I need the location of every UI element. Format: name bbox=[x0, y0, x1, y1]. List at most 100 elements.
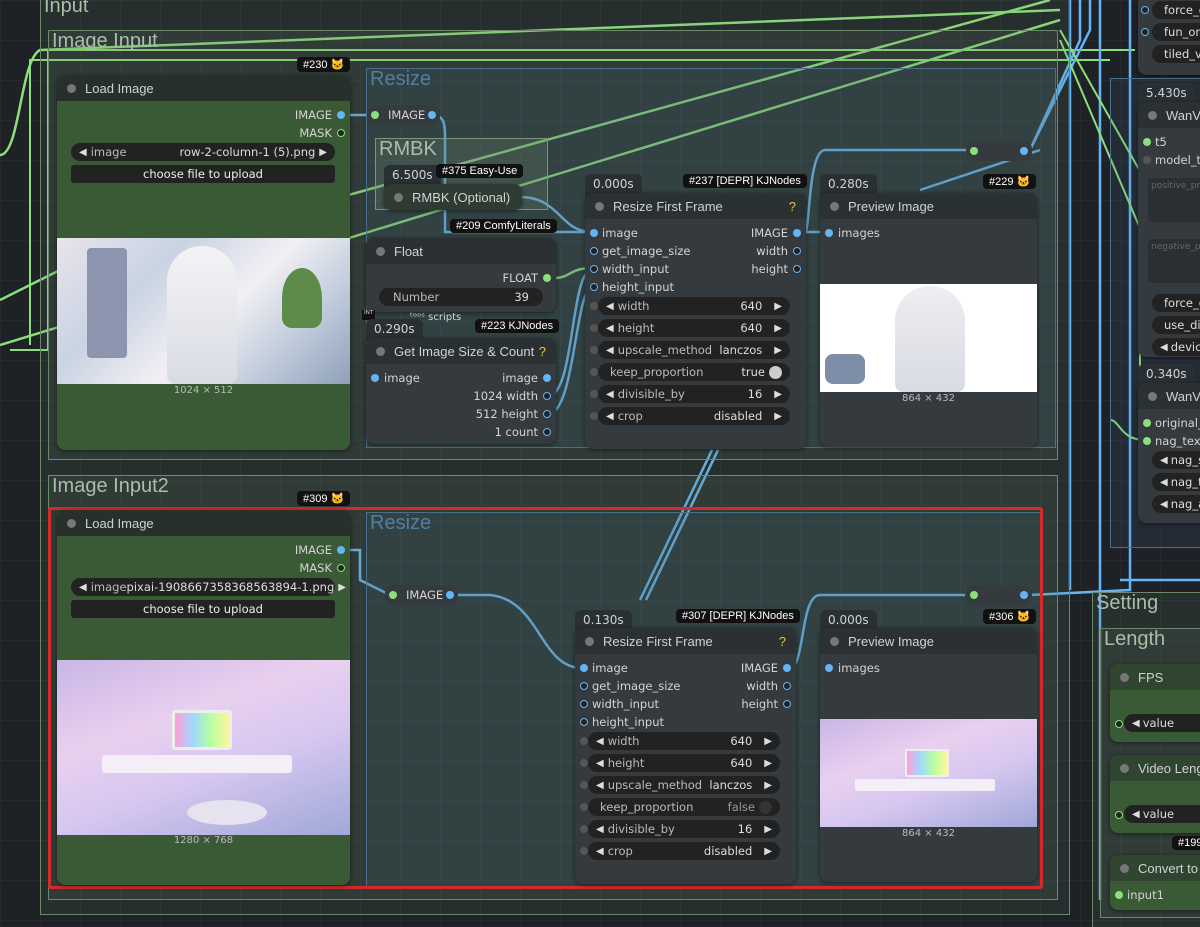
input-socket-get-image-size[interactable] bbox=[580, 682, 588, 690]
input-socket-model-to[interactable] bbox=[1143, 156, 1151, 164]
widget-socket[interactable] bbox=[580, 737, 588, 745]
node-header[interactable]: Resize First Frame? bbox=[585, 193, 806, 219]
video-length-node[interactable]: Video Leng ◀ value bbox=[1110, 755, 1200, 833]
input-socket-image[interactable] bbox=[371, 374, 379, 382]
wan-video-nag-node[interactable]: WanVi original_t nag_text ◀nag_sc ◀nag_t… bbox=[1138, 383, 1200, 523]
output-socket-image[interactable] bbox=[793, 229, 801, 237]
number-widget[interactable]: Number 39 bbox=[379, 288, 543, 306]
input-socket-width-input[interactable] bbox=[590, 265, 598, 273]
crop-widget[interactable]: ◀ crop disabled ▶ bbox=[598, 407, 790, 425]
reroute-input-socket[interactable] bbox=[371, 111, 379, 119]
widget-socket[interactable] bbox=[1115, 811, 1123, 819]
node-header[interactable]: Preview Image bbox=[820, 193, 1037, 219]
tiled-vae-widget[interactable]: tiled_va bbox=[1152, 45, 1200, 63]
help-icon[interactable]: ? bbox=[539, 344, 546, 359]
node-header[interactable]: Float bbox=[366, 238, 556, 264]
output-socket-height[interactable] bbox=[543, 410, 551, 418]
right-arrow-icon[interactable]: ▶ bbox=[774, 301, 782, 312]
left-arrow-icon[interactable]: ◀ bbox=[606, 345, 614, 356]
fps-value-widget[interactable]: ◀ value bbox=[1124, 714, 1200, 732]
output-socket-image[interactable] bbox=[783, 664, 791, 672]
load-image-node-1[interactable]: Load Image IMAGE MASK ◀ image row-2-column… bbox=[57, 75, 350, 450]
widget-socket[interactable] bbox=[580, 781, 588, 789]
resize-first-frame-node-1[interactable]: Resize First Frame? image get_image_size… bbox=[585, 193, 806, 449]
node-header[interactable]: Get Image Size & Count? bbox=[366, 338, 556, 364]
input-socket-images[interactable] bbox=[825, 229, 833, 237]
collapse-dot-icon[interactable] bbox=[1120, 763, 1129, 773]
wan-video-text-encode-node[interactable]: WanVi t5 model_to positive_pr negative_p… bbox=[1138, 102, 1200, 357]
left-arrow-icon[interactable]: ◀ bbox=[606, 389, 614, 400]
input-socket-nag-text-embeds[interactable] bbox=[1143, 437, 1151, 445]
reroute-output-socket[interactable] bbox=[446, 591, 454, 599]
collapse-dot-icon[interactable] bbox=[1148, 391, 1157, 401]
negative-prompt-textarea[interactable]: negative_pr bbox=[1148, 239, 1200, 283]
widget-socket[interactable] bbox=[590, 412, 598, 420]
keep-proportion-toggle[interactable]: keep_proportion false bbox=[588, 798, 780, 816]
left-arrow-icon[interactable]: ◀ bbox=[596, 824, 604, 835]
collapse-dot-icon[interactable] bbox=[1120, 863, 1129, 873]
right-arrow-icon[interactable]: ▶ bbox=[764, 780, 772, 791]
input-socket-original-text-embeds[interactable] bbox=[1143, 419, 1151, 427]
divisible-by-widget[interactable]: ◀ divisible_by 16 ▶ bbox=[588, 820, 780, 838]
height-widget[interactable]: ◀ height 640 ▶ bbox=[588, 754, 780, 772]
right-arrow-icon[interactable]: ▶ bbox=[764, 824, 772, 835]
left-arrow-icon[interactable]: ◀ bbox=[606, 323, 614, 334]
upload-button[interactable]: choose file to upload bbox=[71, 600, 335, 618]
collapse-dot-icon[interactable] bbox=[67, 518, 76, 528]
left-arrow-icon[interactable]: ◀ bbox=[1132, 718, 1140, 729]
partial-node-top-right[interactable]: force_o fun_or_ tiled_va bbox=[1138, 0, 1200, 75]
toggle-knob-on[interactable] bbox=[769, 365, 782, 379]
fun-or-widget[interactable]: fun_or_ bbox=[1152, 23, 1200, 41]
collapse-dot-icon[interactable] bbox=[394, 192, 403, 202]
upload-button[interactable]: choose file to upload bbox=[71, 165, 335, 183]
input-socket-get-image-size[interactable] bbox=[590, 247, 598, 255]
upscale-method-widget[interactable]: ◀ upscale_method lanczos ▶ bbox=[588, 776, 780, 794]
output-socket-width[interactable] bbox=[543, 392, 551, 400]
widget-socket[interactable] bbox=[1115, 720, 1123, 728]
widget-socket[interactable] bbox=[590, 390, 598, 398]
left-arrow-icon[interactable]: ◀ bbox=[1132, 809, 1140, 820]
right-arrow-icon[interactable]: ▶ bbox=[764, 758, 772, 769]
positive-prompt-textarea[interactable]: positive_pr bbox=[1148, 178, 1200, 222]
float-node[interactable]: Float FLOAT Number 39 bbox=[366, 238, 556, 312]
nag-alpha-widget[interactable]: ◀nag_a bbox=[1152, 495, 1200, 513]
right-arrow-icon[interactable]: ▶ bbox=[774, 345, 782, 356]
widget-socket[interactable] bbox=[580, 825, 588, 833]
node-header[interactable]: Load Image bbox=[57, 75, 350, 101]
nag-tau-widget[interactable]: ◀nag_ta bbox=[1152, 473, 1200, 491]
widget-socket[interactable] bbox=[590, 302, 598, 310]
help-icon[interactable]: ? bbox=[779, 634, 786, 649]
width-widget[interactable]: ◀ width 640 ▶ bbox=[598, 297, 790, 315]
input-socket-height-input[interactable] bbox=[580, 718, 588, 726]
node-header[interactable]: Resize First Frame? bbox=[575, 628, 796, 654]
reroute-input-socket[interactable] bbox=[389, 591, 397, 599]
node-header[interactable]: RMBK (Optional) bbox=[384, 184, 522, 210]
output-socket-width[interactable] bbox=[783, 682, 791, 690]
reroute-input-socket[interactable] bbox=[970, 591, 978, 599]
output-socket-mask[interactable] bbox=[337, 129, 345, 137]
input-socket-input1[interactable] bbox=[1115, 891, 1123, 899]
get-image-size-node[interactable]: Get Image Size & Count? image image 1024… bbox=[366, 338, 556, 444]
collapse-dot-icon[interactable] bbox=[1120, 672, 1129, 682]
widget-socket[interactable] bbox=[590, 346, 598, 354]
force-offload-widget[interactable]: force_o bbox=[1152, 1, 1200, 19]
output-socket-height[interactable] bbox=[793, 265, 801, 273]
output-socket-mask[interactable] bbox=[337, 564, 345, 572]
crop-widget[interactable]: ◀ crop disabled ▶ bbox=[588, 842, 780, 860]
widget-socket[interactable] bbox=[590, 368, 598, 376]
input-socket[interactable] bbox=[1141, 6, 1149, 14]
left-arrow-icon[interactable]: ◀ bbox=[596, 780, 604, 791]
left-arrow-icon[interactable]: ◀ bbox=[1160, 499, 1168, 510]
output-socket-image[interactable] bbox=[337, 111, 345, 119]
preview-image-node-2[interactable]: Preview Image images 864 × 432 bbox=[820, 628, 1037, 882]
reroute-output-socket[interactable] bbox=[428, 111, 436, 119]
left-arrow-icon[interactable]: ◀ bbox=[1160, 477, 1168, 488]
right-arrow-icon[interactable]: ▶ bbox=[764, 846, 772, 857]
input-socket-width-input[interactable] bbox=[580, 700, 588, 708]
node-header[interactable]: WanVi bbox=[1138, 383, 1200, 409]
use-disk-cache-widget[interactable]: use_dis bbox=[1152, 316, 1200, 334]
right-arrow-icon[interactable]: ▶ bbox=[774, 411, 782, 422]
input-socket-images[interactable] bbox=[825, 664, 833, 672]
left-arrow-icon[interactable]: ◀ bbox=[606, 301, 614, 312]
left-arrow-icon[interactable]: ◀ bbox=[79, 147, 87, 158]
